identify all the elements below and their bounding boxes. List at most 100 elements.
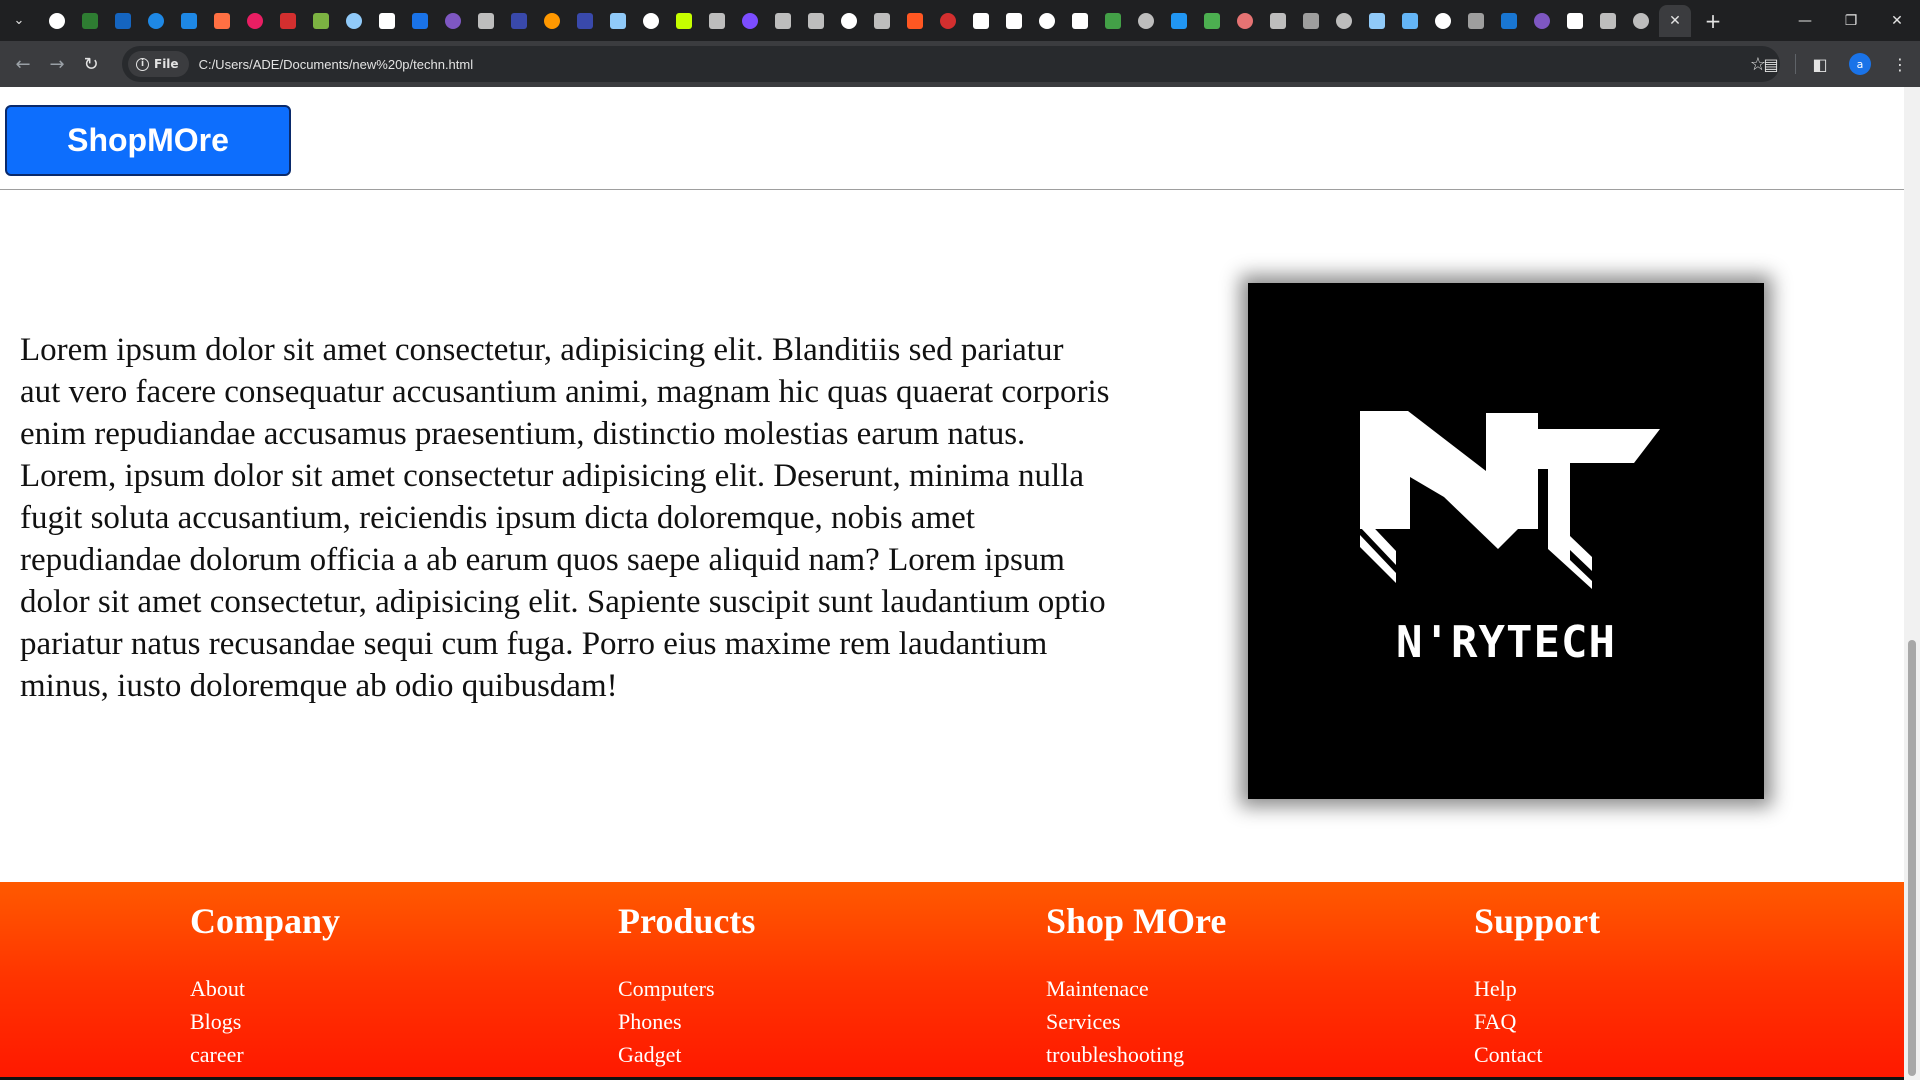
pinned-tab[interactable]	[634, 6, 667, 36]
footer-link-blogs[interactable]: Blogs	[190, 1005, 245, 1038]
pinned-tab[interactable]	[1096, 6, 1129, 36]
tab-favicon-icon	[1533, 12, 1550, 29]
pinned-tab[interactable]	[1327, 6, 1360, 36]
pinned-tab[interactable]	[1261, 6, 1294, 36]
pinned-tab[interactable]	[1624, 6, 1657, 36]
pinned-tab[interactable]	[436, 6, 469, 36]
footer-link-gadget[interactable]: Gadget	[618, 1038, 715, 1071]
pinned-tab[interactable]	[106, 6, 139, 36]
tab-favicon-icon	[576, 12, 593, 29]
pinned-tab[interactable]	[172, 6, 205, 36]
browser-toolbar: ← → ↻ i File C:/Users/ADE/Documents/new%…	[0, 41, 1920, 87]
footer-link-troubleshooting[interactable]: troubleshooting	[1046, 1038, 1184, 1071]
extensions-puzzle-icon[interactable]: ▤	[1751, 44, 1791, 84]
tab-favicon-icon	[1401, 12, 1418, 29]
pinned-tab[interactable]	[1393, 6, 1426, 36]
side-panel-icon[interactable]: ◧	[1800, 44, 1840, 84]
footer-link-help[interactable]: Help	[1474, 972, 1542, 1005]
pinned-tab[interactable]	[304, 6, 337, 36]
tab-favicon-icon	[510, 12, 527, 29]
pinned-tab[interactable]	[403, 6, 436, 36]
restore-icon[interactable]: ❐	[1828, 0, 1874, 41]
pinned-tab[interactable]	[1558, 6, 1591, 36]
close-window-icon[interactable]: ✕	[1874, 0, 1920, 41]
tab-favicon-icon	[840, 12, 857, 29]
pinned-tab[interactable]	[733, 6, 766, 36]
profile-avatar[interactable]: a	[1840, 44, 1880, 84]
tab-search-chevron-icon[interactable]: ⌄	[6, 8, 32, 34]
footer-link-computers[interactable]: Computers	[618, 972, 715, 1005]
pinned-tab[interactable]	[73, 6, 106, 36]
pinned-tab[interactable]	[568, 6, 601, 36]
pinned-tab[interactable]	[997, 6, 1030, 36]
pinned-tab[interactable]	[1162, 6, 1195, 36]
nrytech-logo-mark: N'RYTECH	[1360, 411, 1660, 668]
pinned-tab[interactable]	[1459, 6, 1492, 36]
pinned-tab[interactable]	[601, 6, 634, 36]
reload-icon[interactable]: ↻	[74, 47, 108, 81]
pinned-tab[interactable]	[865, 6, 898, 36]
tab-favicon-icon	[1302, 12, 1319, 29]
pinned-tab[interactable]	[1591, 6, 1624, 36]
footer-link-about[interactable]: About	[190, 972, 245, 1005]
pinned-tab[interactable]	[667, 6, 700, 36]
new-tab-button[interactable]: +	[1697, 6, 1729, 36]
tab-favicon-icon	[345, 12, 362, 29]
scrollbar-thumb[interactable]	[1908, 640, 1916, 1076]
pinned-tab[interactable]	[898, 6, 931, 36]
pinned-tab[interactable]	[502, 6, 535, 36]
window-controls: — ❐ ✕	[1782, 0, 1920, 41]
footer-link-maintenance[interactable]: Maintenace	[1046, 972, 1184, 1005]
tab-favicon-icon	[114, 12, 131, 29]
pinned-tab[interactable]	[1426, 6, 1459, 36]
footer-link-career[interactable]: career	[190, 1038, 245, 1071]
tab-favicon-icon	[642, 12, 659, 29]
pinned-tab[interactable]	[799, 6, 832, 36]
page-scrollbar[interactable]	[1904, 87, 1920, 1080]
pinned-tab[interactable]	[766, 6, 799, 36]
site-info-chip[interactable]: i File	[128, 51, 189, 77]
tab-favicon-icon	[477, 12, 494, 29]
site-chip-label: File	[154, 57, 179, 71]
footer-link-services[interactable]: Services	[1046, 1005, 1184, 1038]
back-arrow-icon[interactable]: ←	[6, 47, 40, 81]
close-tab-icon[interactable]: ✕	[1659, 4, 1691, 37]
pinned-tab[interactable]	[1129, 6, 1162, 36]
menu-kebab-icon[interactable]: ⋮	[1880, 44, 1920, 84]
footer-heading: Products	[618, 901, 756, 941]
forward-arrow-icon[interactable]: →	[40, 47, 74, 81]
pinned-tab[interactable]	[1195, 6, 1228, 36]
pinned-tab[interactable]	[337, 6, 370, 36]
pinned-tab[interactable]	[1360, 6, 1393, 36]
tab-favicon-icon	[444, 12, 461, 29]
address-bar[interactable]: i File C:/Users/ADE/Documents/new%20p/te…	[122, 46, 1780, 82]
pinned-tab[interactable]	[205, 6, 238, 36]
footer-link-contact[interactable]: Contact	[1474, 1038, 1542, 1071]
pinned-tab[interactable]	[40, 6, 73, 36]
pinned-tab[interactable]	[370, 6, 403, 36]
pinned-tab[interactable]	[139, 6, 172, 36]
pinned-tab[interactable]	[1492, 6, 1525, 36]
pinned-tab[interactable]	[964, 6, 997, 36]
footer-link-phones[interactable]: Phones	[618, 1005, 715, 1038]
pinned-tab[interactable]	[700, 6, 733, 36]
minimize-icon[interactable]: —	[1782, 0, 1828, 41]
pinned-tab[interactable]	[535, 6, 568, 36]
pinned-tab[interactable]	[469, 6, 502, 36]
pinned-tab[interactable]	[1525, 6, 1558, 36]
footer-link-faq[interactable]: FAQ	[1474, 1005, 1542, 1038]
brand-button[interactable]: ShopMOre	[5, 105, 291, 176]
pinned-tab[interactable]	[1030, 6, 1063, 36]
tab-favicon-icon	[1137, 12, 1154, 29]
pinned-tab[interactable]	[931, 6, 964, 36]
pinned-tab[interactable]	[1294, 6, 1327, 36]
pinned-tab[interactable]	[1063, 6, 1096, 36]
tab-favicon-icon	[939, 12, 956, 29]
pinned-tab[interactable]	[271, 6, 304, 36]
pinned-tab[interactable]	[238, 6, 271, 36]
tab-favicon-icon	[1599, 12, 1616, 29]
pinned-tab[interactable]	[1228, 6, 1261, 36]
url-text[interactable]: C:/Users/ADE/Documents/new%20p/techn.htm…	[199, 57, 474, 72]
pinned-tab[interactable]	[832, 6, 865, 36]
tab-favicon-icon	[1236, 12, 1253, 29]
